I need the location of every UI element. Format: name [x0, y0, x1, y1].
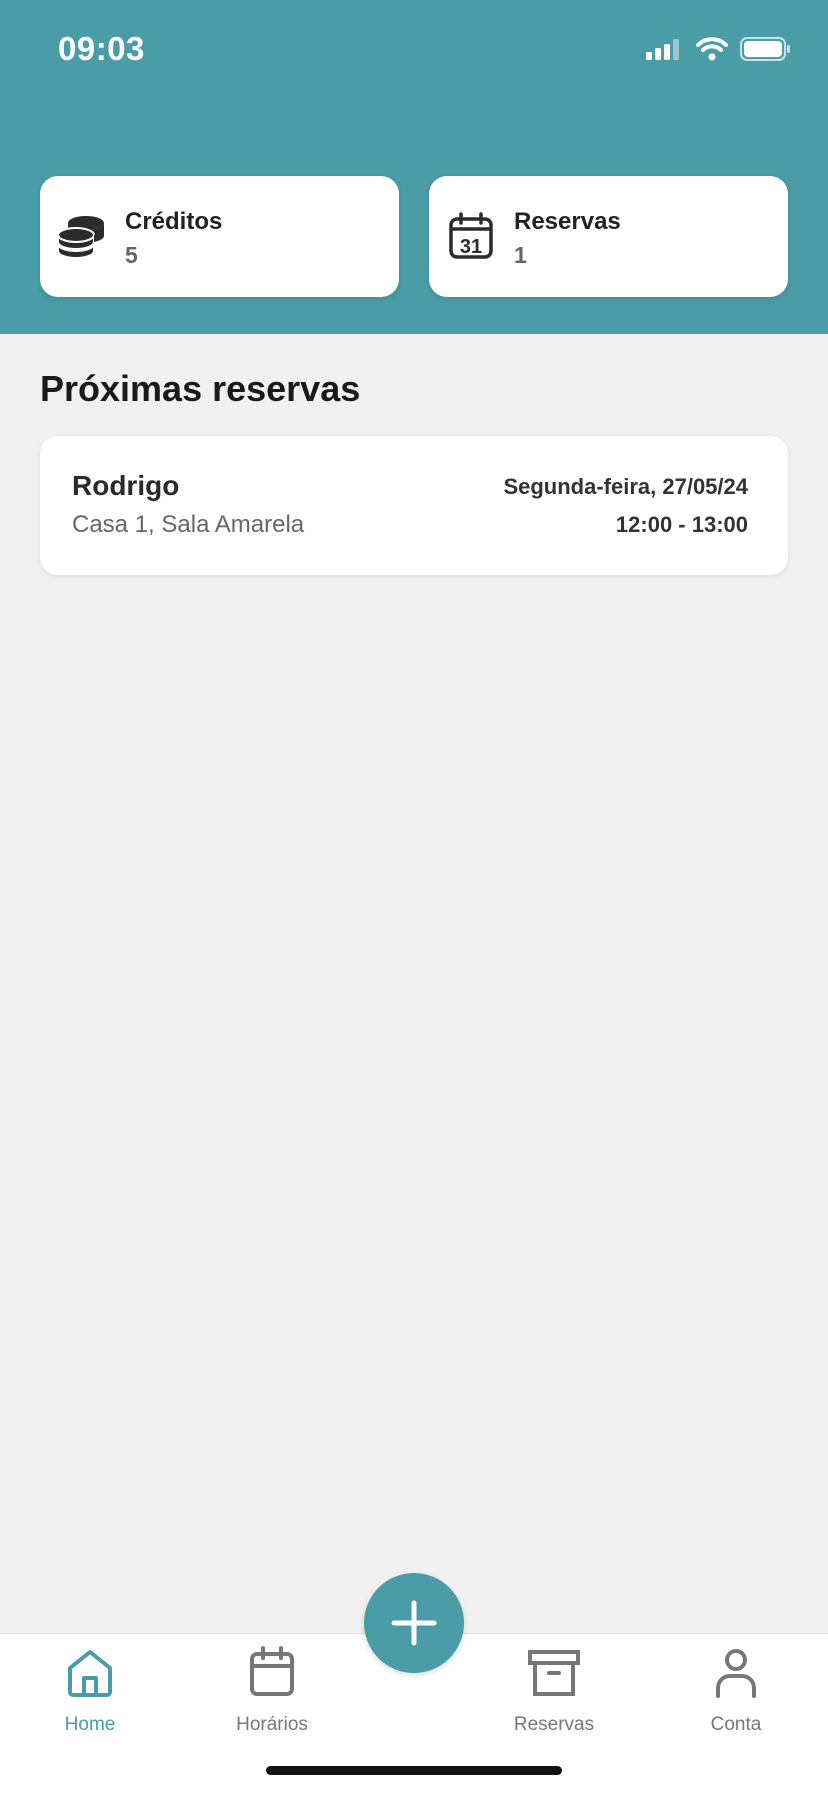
tab-account-label: Conta — [710, 1714, 762, 1735]
tab-schedule[interactable]: Horários — [202, 1644, 342, 1736]
battery-icon — [740, 37, 790, 61]
tab-bookings[interactable]: Reservas — [484, 1644, 624, 1736]
booking-card[interactable]: Rodrigo Casa 1, Sala Amarela Segunda-fei… — [40, 436, 788, 575]
bookings-value: 1 — [514, 242, 527, 268]
calendar-icon — [250, 1646, 294, 1696]
credits-value: 5 — [125, 242, 138, 268]
booking-name: Rodrigo — [72, 470, 180, 501]
status-icons — [646, 36, 792, 62]
bookings-label: Reservas — [514, 208, 621, 235]
section-title: Próximas reservas — [40, 368, 361, 409]
user-icon — [716, 1649, 756, 1698]
credits-card[interactable]: Créditos 5 — [40, 176, 399, 297]
signal-icon — [646, 39, 679, 60]
header: 09:03 Créditos 5 31 Reservas 1 — [0, 0, 828, 334]
credits-label: Créditos — [125, 208, 223, 235]
calendar-31-icon: 31 — [449, 212, 493, 259]
svg-text:31: 31 — [460, 236, 482, 258]
tab-bookings-label: Reservas — [513, 1714, 595, 1735]
status-time: 09:03 — [58, 30, 145, 67]
add-booking-button[interactable] — [364, 1573, 464, 1673]
tab-account[interactable]: Conta — [666, 1644, 806, 1736]
tab-home[interactable]: Home — [20, 1644, 160, 1736]
archive-box-icon — [528, 1650, 580, 1696]
booking-date: Segunda-feira, 27/05/24 — [503, 474, 748, 499]
tab-home-label: Home — [64, 1714, 116, 1735]
home-icon — [68, 1650, 112, 1697]
tab-schedule-label: Horários — [236, 1714, 308, 1735]
coins-stack-icon — [57, 216, 104, 259]
home-indicator — [266, 1766, 562, 1775]
booking-time: 12:00 - 13:00 — [615, 512, 748, 537]
plus-icon — [391, 1600, 437, 1646]
booking-place: Casa 1, Sala Amarela — [72, 511, 305, 538]
wifi-icon — [696, 37, 728, 61]
bookings-card[interactable]: 31 Reservas 1 — [429, 176, 788, 297]
